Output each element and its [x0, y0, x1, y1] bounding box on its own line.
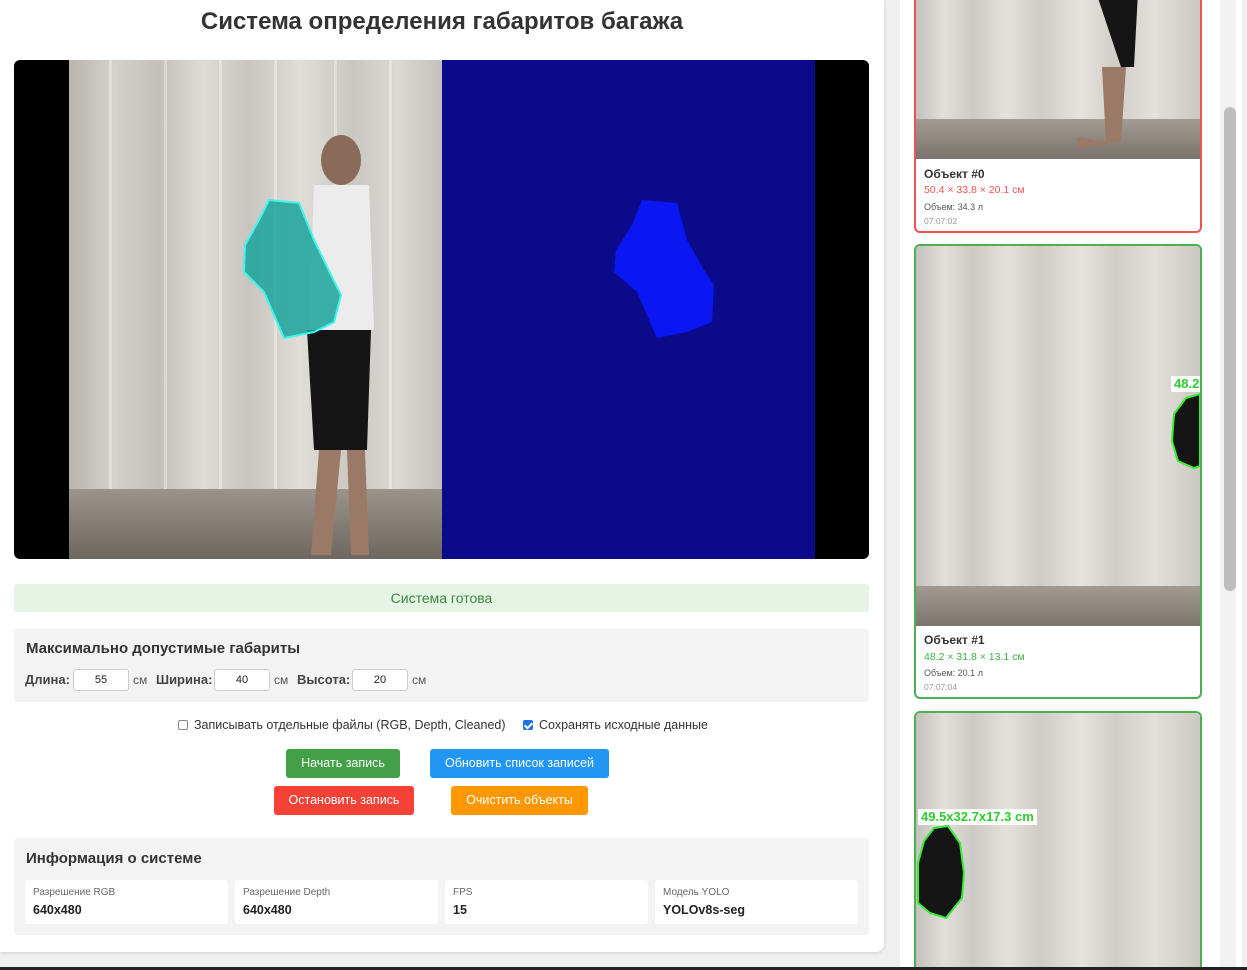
save-raw-checkbox[interactable] — [523, 720, 533, 730]
object-contour — [917, 824, 966, 920]
video-stream — [14, 60, 869, 559]
system-info-panel: Информация о системе Разрешение RGB 640x… — [14, 838, 869, 935]
height-unit: см — [412, 673, 427, 687]
width-unit: см — [274, 673, 289, 687]
info-label: Модель YOLO — [663, 887, 730, 898]
object-thumbnail: 49.5x32.7x17.3 cm — [916, 713, 1200, 970]
object-contour — [1170, 392, 1200, 470]
separate-files-option[interactable]: Записывать отдельные файлы (RGB, Depth, … — [178, 718, 506, 732]
max-dimensions-panel: Максимально допустимые габариты Длина: с… — [14, 629, 869, 702]
object-dimensions: 48.2 × 31.8 × 13.1 см — [924, 651, 1025, 663]
info-card-fps: FPS 15 — [445, 880, 648, 924]
object-card[interactable]: Объект #0 50.4 × 33.8 × 20.1 см Объем: 3… — [914, 0, 1202, 233]
system-info-title: Информация о системе — [26, 850, 202, 867]
save-raw-label: Сохранять исходные данные — [539, 718, 708, 732]
width-label: Ширина: — [156, 672, 213, 687]
stop-record-button[interactable]: Остановить запись — [274, 786, 414, 815]
width-input[interactable] — [214, 669, 270, 691]
clear-objects-button[interactable]: Очистить объекты — [451, 786, 588, 815]
info-label: FPS — [453, 887, 473, 898]
height-input[interactable] — [352, 669, 408, 691]
page-title: Система определения габаритов багажа — [200, 8, 684, 35]
save-raw-option[interactable]: Сохранять исходные данные — [523, 718, 708, 732]
depth-object-blob — [614, 200, 714, 338]
object-card[interactable]: 49.5x32.7x17.3 cm — [914, 711, 1202, 970]
info-label: Разрешение RGB — [33, 887, 116, 898]
object-dimensions: 50.4 × 33.8 × 20.1 см — [924, 184, 1025, 196]
info-value: 640x480 — [243, 903, 292, 917]
object-thumbnail — [916, 0, 1200, 159]
object-volume: Объем: 20.1 л — [924, 668, 983, 678]
info-card-depth-resolution: Разрешение Depth 640x480 — [235, 880, 438, 924]
object-timestamp: 07:07:04 — [924, 682, 958, 692]
object-volume: Объем: 34.3 л — [924, 202, 983, 212]
info-card-rgb-resolution: Разрешение RGB 640x480 — [25, 880, 228, 924]
main-panel: Система определения габаритов багажа Сис… — [0, 0, 884, 952]
max-dimensions-title: Максимально допустимые габариты — [26, 640, 301, 657]
length-unit: см — [133, 673, 148, 687]
info-value: 640x480 — [33, 903, 82, 917]
object-name: Объект #1 — [924, 633, 985, 647]
status-message: Система готова — [14, 584, 869, 612]
depth-mask-feed — [442, 60, 815, 559]
info-label: Разрешение Depth — [243, 887, 331, 898]
object-card[interactable]: 48.2 Объект #1 48.2 × 31.8 × 13.1 см Объ… — [914, 244, 1202, 699]
object-dimension-tag: 48.2 — [1171, 376, 1200, 392]
height-label: Высота: — [297, 672, 351, 687]
length-label: Длина: — [25, 672, 70, 687]
refresh-records-button[interactable]: Обновить список записей — [430, 749, 609, 778]
separate-files-checkbox[interactable] — [178, 720, 188, 730]
object-thumbnail: 48.2 — [916, 246, 1200, 626]
info-value: YOLOv8s-seg — [663, 903, 745, 917]
length-input[interactable] — [73, 669, 129, 691]
object-dimension-tag: 49.5x32.7x17.3 cm — [918, 809, 1037, 825]
separate-files-label: Записывать отдельные файлы (RGB, Depth, … — [194, 718, 506, 732]
info-value: 15 — [453, 903, 467, 917]
start-record-button[interactable]: Начать запись — [286, 749, 400, 778]
object-name: Объект #0 — [924, 167, 985, 181]
objects-scrollbar-thumb[interactable] — [1224, 107, 1236, 591]
object-timestamp: 07:07:02 — [924, 216, 958, 226]
info-card-yolo-model: Модель YOLO YOLOv8s-seg — [655, 880, 858, 924]
rgb-camera-feed — [69, 60, 442, 559]
